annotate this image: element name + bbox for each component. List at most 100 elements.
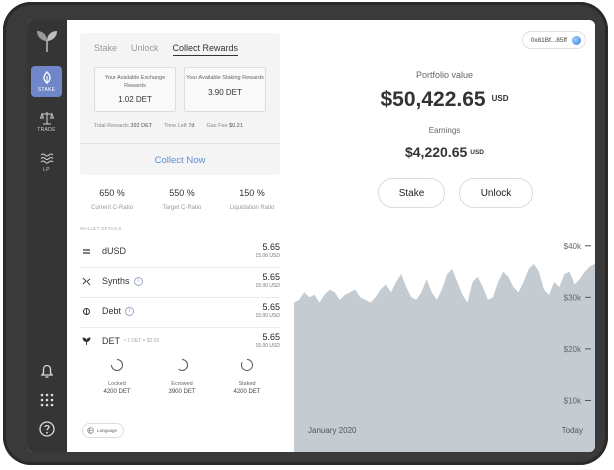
- grid-icon[interactable]: [38, 391, 56, 409]
- leaf-icon: [42, 70, 51, 84]
- progress-ring-icon: [111, 359, 123, 371]
- exchange-rewards-label: Your Available Exchange Rewards: [104, 75, 166, 89]
- staking-rewards-box: Your Available Staking Rewards 3.90 DET: [184, 67, 266, 112]
- nav-trade-label: TRADE: [37, 126, 56, 133]
- liquidation-ratio-value: 150 %: [239, 188, 265, 198]
- wallet-row-name: Debt i: [102, 306, 135, 316]
- x-label-end: Today: [562, 426, 583, 435]
- y-tick-label: $10k: [564, 396, 582, 405]
- total-rewards: Total Rewards 392 DET: [94, 123, 153, 129]
- det-stat-label: Staked: [238, 381, 256, 387]
- portfolio-value-amount: $50,422.65: [380, 88, 486, 111]
- debt-icon: [83, 308, 90, 315]
- current-c-ratio-value: 650 %: [99, 188, 125, 198]
- det-stat-label: Ecrowed: [171, 381, 193, 387]
- nav-trade[interactable]: TRADE: [31, 106, 62, 137]
- exchange-rewards-value: 1.02 DET: [118, 95, 152, 104]
- portfolio-area: 0x81Bf...85ff Portfolio value $50,422.65…: [294, 20, 595, 452]
- nav-lp[interactable]: LP: [31, 146, 62, 177]
- wallet-avatar-icon: [572, 35, 581, 45]
- tablet-frame: STAKE TRADE LP Stake Unlock Collect Rewa…: [3, 2, 608, 465]
- waves-icon: [40, 153, 53, 163]
- ratio-summary: 650 % Current C-Ratio 550 % Target C-Rat…: [77, 188, 287, 211]
- help-icon[interactable]: [38, 420, 56, 438]
- wallet-row-synths[interactable]: Synths i 5.65 15.00 USD: [80, 267, 280, 298]
- wallet-address-chip[interactable]: 0x81Bf...85ff: [521, 31, 586, 49]
- portfolio-value-currency: USD: [491, 94, 509, 103]
- y-tick-label: $40k: [564, 242, 582, 251]
- earnings-currency: USD: [470, 149, 485, 156]
- language-button[interactable]: Language: [82, 423, 125, 438]
- staking-rewards-label: Your Available Staking Rewards: [186, 75, 264, 81]
- time-left: Time Left 7d: [164, 123, 195, 129]
- wallet-row-name: DET • 1 DET = $2.65: [102, 336, 160, 346]
- exchange-rewards-box: Your Available Exchange Rewards 1.02 DET: [94, 67, 176, 112]
- info-icon[interactable]: i: [125, 306, 135, 316]
- wallet-row-amount: 5.65 15.00 USD: [255, 272, 280, 289]
- det-stat-value: 3900 DET: [168, 389, 196, 395]
- portfolio-area-series: [294, 263, 595, 452]
- screen: STAKE TRADE LP Stake Unlock Collect Rewa…: [27, 20, 595, 452]
- language-label: Language: [97, 428, 118, 433]
- target-c-ratio-label: Target C-Ratio: [162, 205, 202, 211]
- x-label-start: January 2020: [308, 426, 357, 435]
- staking-panel: Stake Unlock Collect Rewards Your Availa…: [67, 20, 295, 452]
- progress-ring-icon: [178, 359, 188, 372]
- earnings-amount: $4,220.65: [404, 144, 468, 160]
- wallet-row-amount: 5.65 15.00 USD: [255, 332, 280, 349]
- wallet-row-amount: 5.65 15.00 USD: [255, 242, 280, 259]
- earnings-value: $4,220.65 USD: [294, 144, 595, 162]
- det-stat-label: Locked: [108, 381, 126, 387]
- wallet-row-det[interactable]: DET • 1 DET = $2.65 5.65 15.00 USD: [80, 327, 280, 357]
- staking-rewards-value: 3.90 DET: [208, 87, 242, 97]
- wallet-row-name: dUSD: [102, 246, 127, 256]
- tab-bar: Stake Unlock Collect Rewards: [94, 43, 239, 56]
- sidebar-rail: STAKE TRADE LP: [27, 20, 67, 452]
- det-price: • 1 DET = $2.65: [124, 338, 160, 344]
- rewards-card: Stake Unlock Collect Rewards Your Availa…: [80, 33, 280, 175]
- det-escrowed: Ecrowed 3900 DET: [152, 358, 212, 395]
- liquidation-ratio-label: Liquidation Ratio: [229, 205, 275, 211]
- wallet-details-heading: WALLET DETAILS: [80, 226, 122, 231]
- det-stat-value: 4200 DET: [233, 389, 261, 395]
- portfolio-value-label: Portfolio value: [415, 70, 474, 80]
- progress-ring-icon: [241, 359, 253, 371]
- unlock-button[interactable]: Unlock: [459, 178, 533, 208]
- translate-icon: [87, 427, 94, 434]
- det-stat-value: 4200 DET: [103, 389, 131, 395]
- tab-unlock[interactable]: Unlock: [131, 43, 159, 56]
- target-c-ratio-value: 550 %: [169, 188, 195, 198]
- wallet-row-dusd[interactable]: dUSD 5.65 15.00 USD: [80, 237, 280, 268]
- portfolio-chart: $40k $30k $20k $10k January 2020 Today: [294, 242, 595, 452]
- y-tick-label: $30k: [564, 293, 582, 302]
- bell-icon[interactable]: [38, 362, 56, 380]
- nav-stake-label: STAKE: [37, 86, 56, 93]
- tab-collect-rewards[interactable]: Collect Rewards: [172, 43, 239, 56]
- liquidation-ratio: 150 % Liquidation Ratio: [217, 188, 287, 211]
- gas-fee: Gas Fee $0.21: [206, 123, 243, 129]
- det-breakdown: Locked 4200 DET Ecrowed 3900 DET Staked …: [87, 358, 277, 395]
- portfolio-value: $50,422.65 USD: [294, 88, 595, 112]
- wallet-row-amount: 5.65 15.00 USD: [255, 302, 280, 319]
- app-logo-icon: [37, 31, 57, 52]
- wallet-address: 0x81Bf...85ff: [530, 36, 567, 44]
- wallet-row-debt[interactable]: Debt i 5.65 15.00 USD: [80, 297, 280, 328]
- divider: [80, 143, 280, 144]
- synths-icon: [82, 277, 91, 286]
- y-tick-label: $20k: [564, 345, 582, 354]
- stake-button[interactable]: Stake: [378, 178, 445, 208]
- nav-lp-label: LP: [43, 166, 50, 173]
- info-icon[interactable]: i: [133, 276, 143, 286]
- det-locked: Locked 4200 DET: [87, 358, 147, 395]
- det-logo-icon: [82, 337, 91, 345]
- current-c-ratio: 650 % Current C-Ratio: [77, 188, 147, 211]
- collect-now-button[interactable]: Collect Now: [80, 155, 280, 166]
- tab-stake[interactable]: Stake: [94, 43, 117, 56]
- current-c-ratio-label: Current C-Ratio: [90, 205, 133, 211]
- nav-stake[interactable]: STAKE: [31, 66, 62, 97]
- rewards-meta: Total Rewards 392 DET Time Left 7d Gas F…: [94, 123, 274, 129]
- scales-icon: [39, 111, 54, 124]
- equals-icon: [83, 249, 90, 254]
- earnings-label: Earnings: [428, 126, 461, 135]
- wallet-row-name: Synths i: [102, 276, 143, 286]
